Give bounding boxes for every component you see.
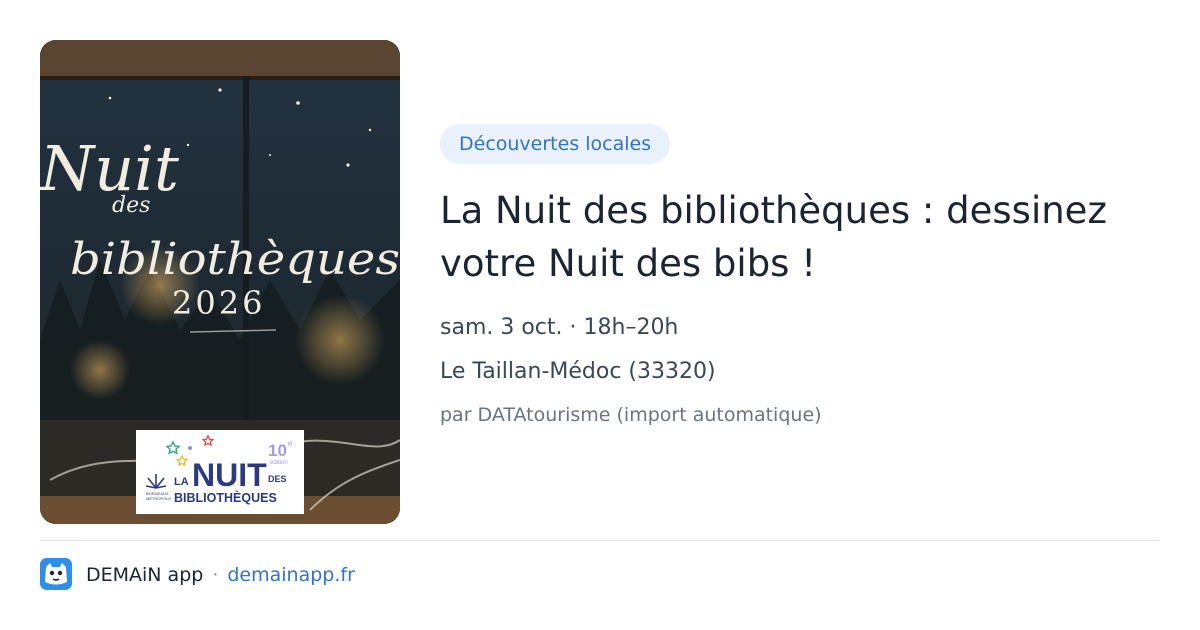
poster-year: 2026 bbox=[172, 284, 265, 322]
nuit-des-bibliotheques-logo: BORDEAUX MÉTROPOLE LA NUIT DES BIBLIOTHÈ… bbox=[136, 430, 304, 514]
logo-bibliotheques: BIBLIOTHÈQUES bbox=[174, 490, 277, 505]
logo-nuit: NUIT bbox=[192, 457, 267, 493]
event-title[interactable]: La Nuit des bibliothèques : dessinez vot… bbox=[440, 184, 1160, 290]
logo-edition-number: 10 bbox=[268, 441, 287, 460]
demain-app-logo-icon[interactable] bbox=[40, 558, 72, 590]
logo-org-line2: MÉTROPOLE bbox=[146, 496, 171, 501]
logo-edition-label: édition bbox=[270, 460, 288, 466]
app-name: DEMAiN app bbox=[86, 564, 204, 586]
event-datetime: sam. 3 oct. · 18h–20h bbox=[440, 315, 679, 340]
footer-separator: · bbox=[212, 564, 219, 586]
logo-des: DES bbox=[268, 474, 287, 484]
footer: DEMAiN app · demainapp.fr bbox=[86, 561, 355, 589]
app-domain-link[interactable]: demainapp.fr bbox=[227, 564, 355, 586]
footer-divider bbox=[40, 540, 1160, 541]
category-chip[interactable]: Découvertes locales bbox=[440, 124, 671, 164]
event-image[interactable]: Nuit des bibliothèques 2026 BORDEAUX MÉT… bbox=[40, 40, 400, 524]
demain-app-logo-graphic bbox=[40, 558, 72, 590]
event-source: par DATAtourisme (import automatique) bbox=[440, 404, 822, 426]
logo-la: LA bbox=[174, 476, 189, 488]
poster-logo-graphic: BORDEAUX MÉTROPOLE LA NUIT DES BIBLIOTHÈ… bbox=[145, 434, 293, 505]
logo-edition-suffix: e bbox=[288, 439, 293, 448]
poster-title-des: des bbox=[112, 193, 150, 218]
event-location: Le Taillan-Médoc (33320) bbox=[440, 359, 716, 384]
poster-title-bibliotheques: bibliothèques bbox=[70, 234, 400, 285]
poster-title-nuit: Nuit bbox=[40, 132, 179, 205]
